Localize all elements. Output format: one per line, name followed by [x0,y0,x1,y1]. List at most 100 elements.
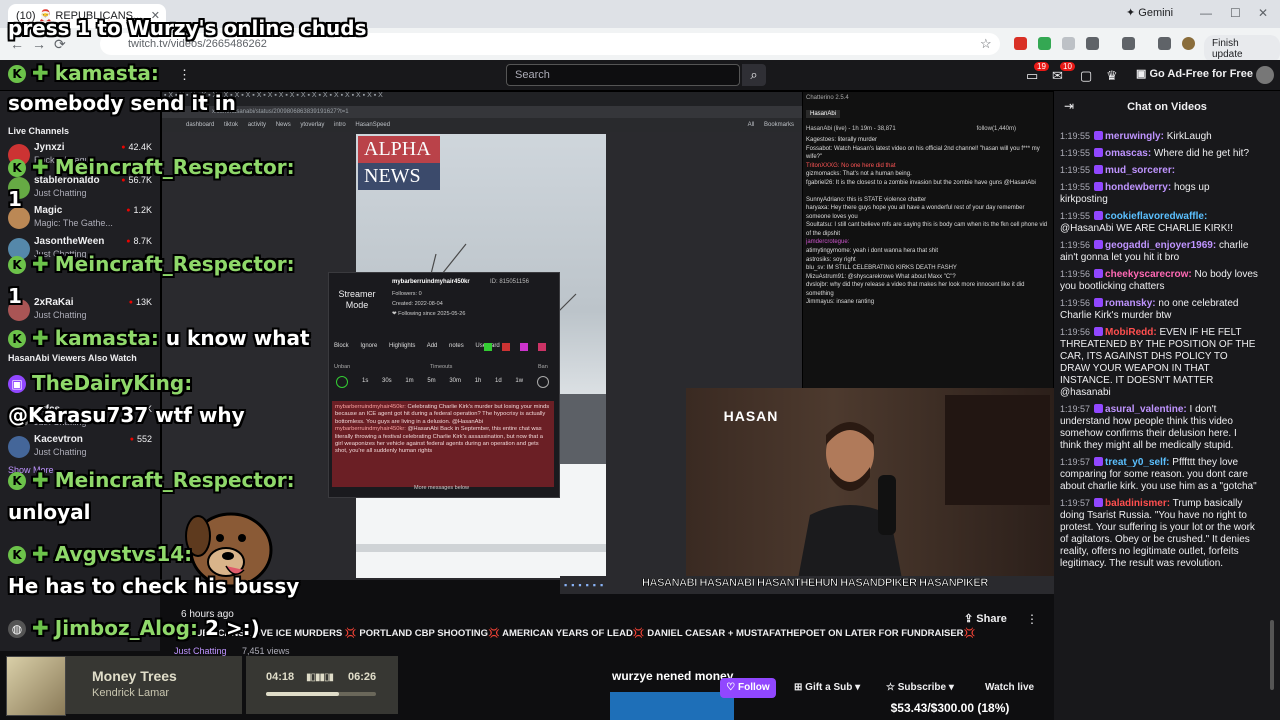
overlay-chat-line: press 1 to Wurzy's online chuds [8,16,367,40]
usercard-action-icon[interactable] [502,343,510,351]
chat-username[interactable]: romansky: [1105,298,1156,309]
extension-icon[interactable] [1038,37,1051,50]
chat-username[interactable]: cookieflavoredwaffle: [1105,211,1207,222]
track-current-time: 04:18 [266,671,295,683]
chat-badge-icon [1094,165,1104,174]
twitch-badge-icon: ▣ [8,375,26,393]
usercard-action-icon[interactable] [520,343,528,351]
chatterino-line: MizuAstrum91: @shyscarekrowe What about … [806,273,956,280]
ban-icon[interactable] [537,376,549,388]
kick-badge-icon: K [8,159,26,177]
gemini-button[interactable]: ✦ Gemini [1126,6,1173,19]
notifications-badge: 19 [1034,62,1049,71]
chat-username[interactable]: MobiRedd: [1105,327,1157,338]
overlay-chat-username: kamasta: [54,61,159,85]
plus-badge-icon: ✚ [32,252,49,276]
crown-icon[interactable]: ♛ [1106,68,1118,84]
subscribe-button[interactable]: ☆ Subscribe ▾ [886,682,954,693]
watch-live-button[interactable]: Watch live [985,682,1034,693]
usercard-action-icon[interactable] [538,343,546,351]
bookmark-star-icon[interactable]: ☆ [980,36,992,52]
extension-icon[interactable] [1062,37,1075,50]
search-input[interactable]: Search [506,64,740,86]
more-options-icon[interactable]: ⋮ [1026,612,1038,626]
chat-badge-icon [1094,240,1104,249]
unban-icon[interactable] [336,376,348,388]
chatterino-line: haryaxa: Hey there guys hope you all hav… [806,205,1025,220]
window-close-icon[interactable]: ✕ [1258,6,1268,20]
unban-label: Unban [334,364,351,370]
chat-username[interactable]: treat_y0_self: [1105,457,1169,468]
sidepanel-icon[interactable] [1122,37,1135,50]
menu-list-icon[interactable] [1158,37,1171,50]
sidebar-channel[interactable]: Magic Magic: The Gathe... 1.2K [8,203,158,235]
chatterino-line: Jimmayus: insane ranting [806,299,875,306]
search-icon[interactable]: ⌕ [742,64,766,86]
chat-username[interactable]: baladinismer: [1105,498,1170,509]
social-handles: HASANABI HASANABI HASANTHEHUN HASANDPIKE… [642,577,989,590]
usercard-username: mybarberruindmyhair450kr [392,279,470,285]
user-avatar[interactable] [1256,66,1274,84]
share-button[interactable]: ⇪ Share [964,612,1007,625]
usercard-following: ❤ Following since 2025-05-26 [392,311,466,317]
chat-username[interactable]: meruwingly: [1105,131,1164,142]
more-messages-link[interactable]: More messages below [414,485,469,491]
usercard-action-icon[interactable] [484,343,492,351]
chat-timestamp: 1:19:55 [1060,165,1091,175]
category-link[interactable]: Just Chatting [174,646,227,656]
chat-timestamp: 1:19:56 [1060,240,1091,250]
chat-timestamp: 1:19:55 [1060,131,1091,141]
usercard-actions[interactable]: Block Ignore Highlights Add notes Userca… [334,343,500,349]
overlay-chat-user: K ✚ Meincraft_Respector: [8,252,295,276]
donation-goal: $53.43/$300.00 (18%) [846,698,1054,718]
chat-username[interactable]: geogaddi_enjoyer1969: [1105,240,1216,251]
chat-username[interactable]: asural_valentine: [1105,404,1187,415]
kick-badge-icon: K [8,330,26,348]
sidebar-channel[interactable]: Kacevtron Just Chatting 552 [8,432,158,464]
overlay-chat-line: K ✚ kamasta: u know what [8,326,310,350]
finish-update-button[interactable]: Finish update [1204,35,1280,63]
timeout-durations[interactable]: 1s 30s 1m 5m 30m 1h 1d 1w [362,378,523,384]
chat-timestamp: 1:19:57 [1060,498,1091,508]
chat-timestamp: 1:19:55 [1060,182,1091,192]
chat-timestamp: 1:19:56 [1060,327,1091,337]
chat-username[interactable]: omascas: [1105,148,1151,159]
gift-sub-button[interactable]: ⊞ Gift a Sub ▾ [794,682,860,693]
chat-message: 1:19:56 cheekyscarecrow: No body loves yo… [1060,268,1258,293]
chat-text: @HasanAbi WE ARE CHARLIE KIRK!! [1060,223,1233,234]
chat-username[interactable]: cheekyscarecrow: [1105,269,1192,280]
channel-name: Jynxzi [34,142,65,153]
chat-scrollbar[interactable] [1270,620,1274,690]
hasan-logo: HASAN [723,408,779,424]
overlay-chat-line: ◍ ✚ Jimboz_Alog: 2 >:) [8,616,260,640]
chatterino-line: atimytingymome: yeah i dont wanna hera t… [806,247,939,254]
extension-icon[interactable] [1014,37,1027,50]
maximize-icon[interactable]: ☐ [1230,6,1241,20]
chat-text: Where did he get hit? [1153,148,1250,159]
sidebar-channel[interactable]: 2xRaKai Just Chatting 13K [8,295,158,327]
overlay-chat-username: Meincraft_Respector: [54,468,295,492]
whispers-icon[interactable]: ▢ [1080,68,1092,84]
chat-message: 1:19:57 treat_y0_self: Pfffttt they love … [1060,456,1258,493]
overlay-money-text: wurzye nened money [612,669,734,683]
profile-avatar[interactable] [1182,37,1195,50]
taskbar-icons: ▪▪▪▪▪▪ [564,580,608,590]
chat-message: 1:19:55 mud_sorcerer: [1060,164,1258,177]
chatterino-line: blu_sv: IM STILL CELEBRATING KIRKS DEATH… [806,265,957,272]
ad-free-link[interactable]: ▣ Go Ad-Free for Free [1136,67,1253,80]
chat-username[interactable]: hondewberry: [1105,182,1171,193]
kick-badge-icon: K [8,546,26,564]
share-label: Share [976,613,1007,625]
chat-username[interactable]: mud_sorcerer: [1105,165,1175,176]
follow-button[interactable]: ♡ Follow [720,678,776,698]
track-progress-fill [266,692,340,696]
more-menu-icon[interactable]: ⋮ [178,67,191,83]
avatar [8,436,30,458]
puzzle-icon[interactable] [1086,37,1099,50]
news-logo-bottom: NEWS [358,163,440,190]
plus-badge-icon: ✚ [32,155,49,179]
chatterino-tab[interactable]: HasanAbi [806,110,841,118]
chat-badge-icon [1094,498,1104,507]
overlay-chat-text: press 1 to Wurzy's online chuds [8,16,367,40]
minimize-icon[interactable]: — [1200,6,1212,20]
